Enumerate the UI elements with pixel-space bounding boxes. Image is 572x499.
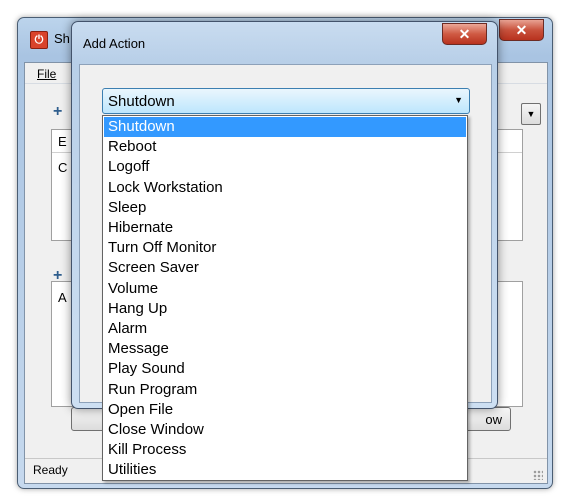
main-close-button[interactable]: ✕ xyxy=(499,19,544,41)
add-event-plus-icon[interactable]: + xyxy=(53,103,62,121)
dropdown-option[interactable]: Utilities xyxy=(104,460,466,480)
dropdown-option[interactable]: Turn Off Monitor xyxy=(104,238,466,258)
dropdown-option[interactable]: Shutdown xyxy=(104,117,466,137)
events-row[interactable]: C xyxy=(58,160,67,175)
menu-file[interactable]: File xyxy=(37,67,56,81)
dialog-title: Add Action xyxy=(83,36,146,51)
dropdown-option[interactable]: Screen Saver xyxy=(104,258,466,278)
dropdown-option[interactable]: Close Window xyxy=(104,420,466,440)
dropdown-option[interactable]: Lock Workstation xyxy=(104,178,466,198)
dropdown-option[interactable]: Logoff xyxy=(104,157,466,177)
actions-panel-header: A xyxy=(58,290,67,305)
dropdown-option[interactable]: Open File xyxy=(104,400,466,420)
status-text: Ready xyxy=(33,463,68,477)
dropdown-option[interactable]: Sleep xyxy=(104,198,466,218)
events-panel-header: E xyxy=(58,134,67,149)
dialog-close-button[interactable]: ✕ xyxy=(442,23,487,45)
dropdown-option[interactable]: Play Sound xyxy=(104,359,466,379)
app-power-icon: ⏻ xyxy=(30,31,48,49)
action-type-select[interactable]: Shutdown ▼ xyxy=(102,88,470,114)
select-value: Shutdown xyxy=(108,93,175,110)
resize-grip-icon[interactable] xyxy=(533,470,543,480)
dropdown-option[interactable]: Alarm xyxy=(104,319,466,339)
main-window-title: Sh xyxy=(54,31,70,46)
dropdown-option[interactable]: Reboot xyxy=(104,137,466,157)
chevron-down-icon: ▼ xyxy=(454,95,463,105)
dropdown-option[interactable]: Kill Process xyxy=(104,440,466,460)
dropdown-option[interactable]: Hibernate xyxy=(104,218,466,238)
action-type-dropdown-list: Shutdown Reboot Logoff Lock Workstation Slee… xyxy=(102,115,468,481)
dropdown-option[interactable]: Message xyxy=(104,339,466,359)
dropdown-option[interactable]: Volume xyxy=(104,279,466,299)
dropdown-option[interactable]: Hang Up xyxy=(104,299,466,319)
chevron-down-icon[interactable]: ▼ xyxy=(521,103,541,125)
dropdown-option[interactable]: Run Program xyxy=(104,380,466,400)
